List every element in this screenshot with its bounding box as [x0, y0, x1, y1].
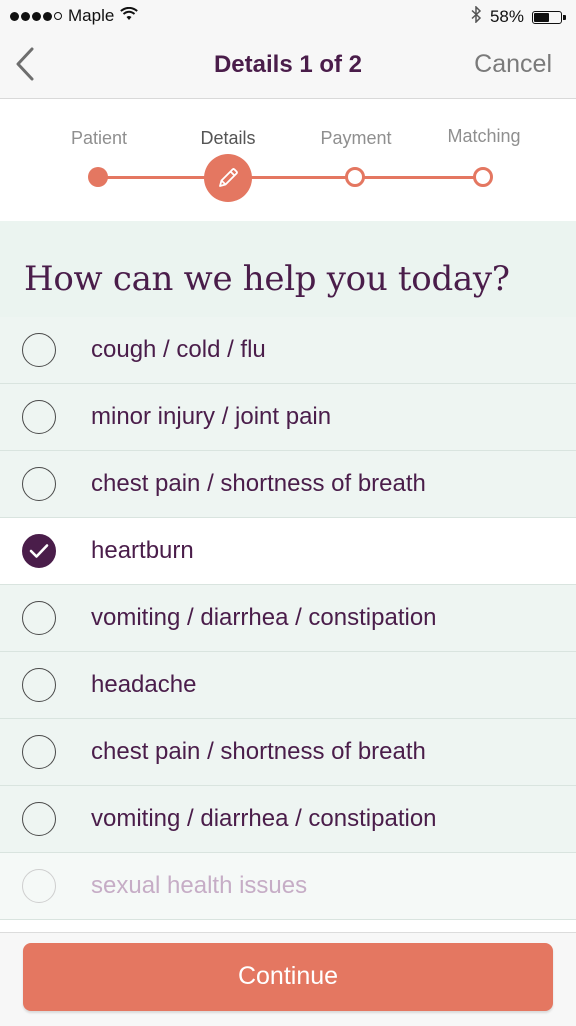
- radio-unchecked[interactable]: [22, 802, 56, 836]
- option-row[interactable]: chest pain / shortness of breath: [0, 451, 576, 518]
- checkmark-icon: [29, 544, 49, 558]
- option-row[interactable]: minor injury / joint pain: [0, 384, 576, 451]
- question-header: How can we help you today?: [0, 221, 576, 317]
- option-label: heartburn: [91, 537, 194, 564]
- cancel-button[interactable]: Cancel: [474, 50, 552, 79]
- bluetooth-icon: [471, 5, 482, 28]
- battery-icon: [532, 10, 566, 24]
- option-row[interactable]: cough / cold / flu: [0, 317, 576, 384]
- status-right: 58%: [471, 5, 566, 28]
- wifi-icon: [120, 6, 139, 26]
- step-node-details: [204, 154, 252, 202]
- radio-unchecked[interactable]: [22, 735, 56, 769]
- option-label: chest pain / shortness of breath: [91, 470, 426, 497]
- step-label-payment: Payment: [320, 128, 392, 148]
- question-title: How can we help you today?: [24, 259, 510, 299]
- continue-button[interactable]: Continue: [23, 943, 553, 1011]
- option-label: cough / cold / flu: [91, 336, 266, 363]
- carrier-name: Maple: [68, 6, 115, 25]
- footer-bar: Continue: [0, 932, 576, 1026]
- option-label: headache: [91, 671, 197, 698]
- radio-unchecked[interactable]: [22, 601, 56, 635]
- option-row[interactable]: sexual health issues: [0, 853, 576, 920]
- option-row[interactable]: vomiting / diarrhea / constipation: [0, 786, 576, 853]
- option-label: chest pain / shortness of breath: [91, 738, 426, 765]
- navigation-bar: Details 1 of 2 Cancel: [0, 32, 576, 99]
- radio-checked[interactable]: [22, 534, 56, 568]
- option-label: sexual health issues: [91, 872, 308, 899]
- radio-unchecked[interactable]: [22, 333, 56, 367]
- step-label-details: Details: [200, 128, 256, 148]
- step-label-patient: Patient: [70, 128, 128, 148]
- option-label: vomiting / diarrhea / constipation: [91, 604, 437, 631]
- battery-percent: 58%: [489, 7, 524, 26]
- option-row[interactable]: chest pain / shortness of breath: [0, 719, 576, 786]
- step-node-patient: [88, 167, 108, 187]
- pencil-icon: [219, 168, 238, 187]
- option-label: vomiting / diarrhea / constipation: [91, 805, 437, 832]
- progress-track: [98, 176, 483, 179]
- radio-unchecked[interactable]: [22, 467, 56, 501]
- option-row[interactable]: heartburn: [0, 518, 576, 585]
- option-row[interactable]: headache: [0, 652, 576, 719]
- progress-stepper: Patient Details Payment Matching: [0, 99, 576, 221]
- option-label: minor injury / joint pain: [91, 403, 332, 430]
- radio-unchecked[interactable]: [22, 400, 56, 434]
- step-label-matching: Matching: [447, 126, 521, 146]
- status-bar: Maple 58%: [0, 0, 576, 32]
- step-node-matching: [473, 167, 493, 187]
- radio-unchecked[interactable]: [22, 869, 56, 903]
- step-node-payment: [345, 167, 365, 187]
- status-left: Maple: [10, 6, 139, 26]
- options-list: cough / cold / flu minor injury / joint p…: [0, 317, 576, 920]
- option-row[interactable]: vomiting / diarrhea / constipation: [0, 585, 576, 652]
- signal-dots-icon: [10, 11, 62, 21]
- radio-unchecked[interactable]: [22, 668, 56, 702]
